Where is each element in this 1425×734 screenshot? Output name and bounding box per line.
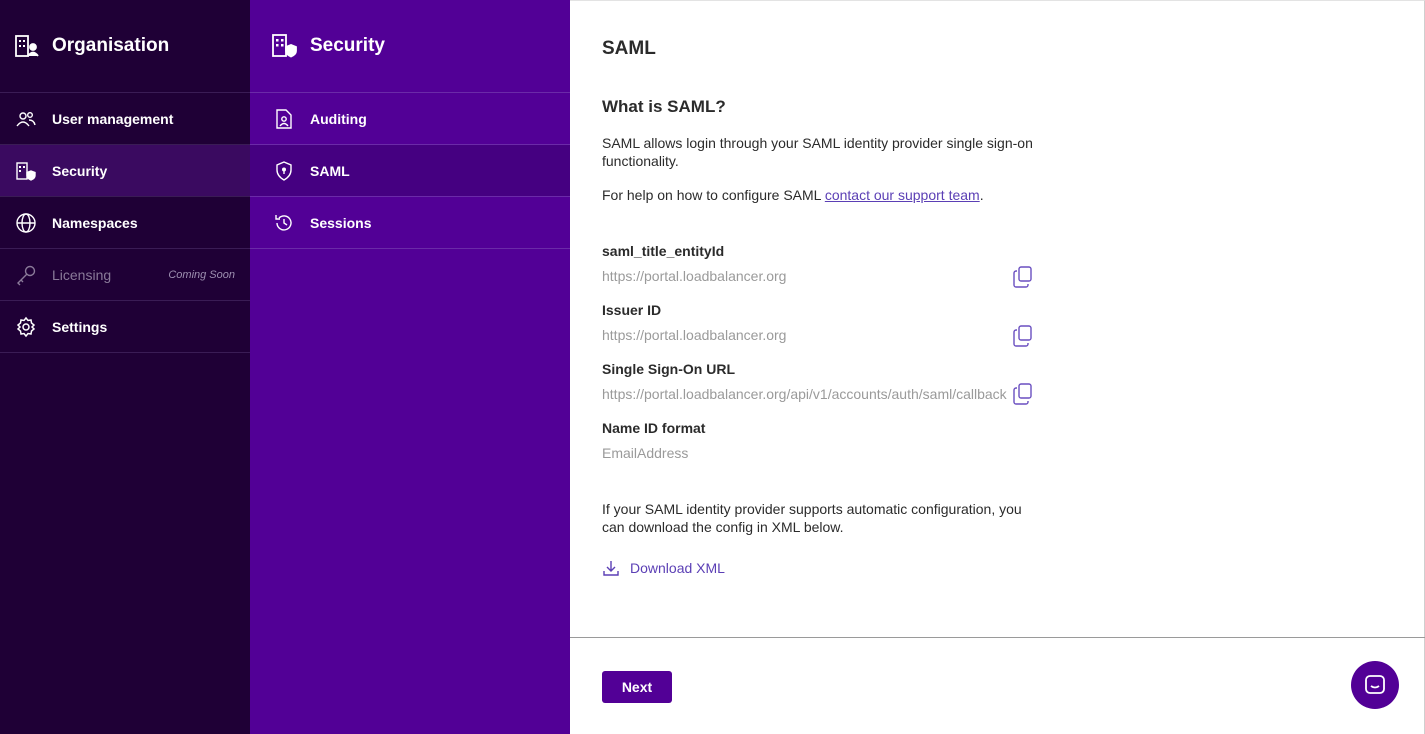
panel-item-label: Auditing — [310, 110, 367, 127]
sidebar-item-label: Namespaces — [52, 214, 138, 231]
name-id-format-value: EmailAddress — [602, 445, 689, 461]
panel-item-saml[interactable]: SAML — [250, 145, 570, 197]
help-suffix: . — [979, 187, 984, 203]
chat-launcher-button[interactable] — [1351, 661, 1399, 709]
sidebar-item-settings[interactable]: Settings — [0, 301, 250, 353]
download-label: Download XML — [630, 560, 725, 576]
copy-sso-url-button[interactable] — [1012, 383, 1034, 405]
sidebar-item-label: User management — [52, 110, 174, 127]
section-title: What is SAML? — [602, 97, 726, 116]
key-icon — [14, 263, 38, 287]
main-content: SAML What is SAML? SAML allows login thr… — [570, 0, 1425, 734]
sidebar-item-security[interactable]: Security — [0, 145, 250, 197]
organisation-sidebar: Organisation User management Security Na… — [0, 0, 250, 734]
help-text: For help on how to configure SAML contac… — [602, 186, 1042, 204]
history-icon — [274, 213, 294, 233]
auditing-icon — [274, 108, 294, 129]
shield-icon — [274, 160, 294, 181]
name-id-format-label: Name ID format — [602, 420, 706, 436]
page-title: SAML — [602, 38, 656, 59]
entity-id-label: saml_title_entityId — [602, 243, 725, 259]
users-icon — [14, 107, 38, 131]
sidebar-item-user-management[interactable]: User management — [0, 93, 250, 145]
sidebar-item-label: Licensing — [52, 266, 112, 283]
issuer-id-label: Issuer ID — [602, 302, 662, 318]
sidebar-item-label: Settings — [52, 318, 108, 335]
sso-url-label: Single Sign-On URL — [602, 361, 735, 377]
sidebar-header: Organisation — [0, 0, 250, 93]
sidebar-item-licensing: Licensing Coming Soon — [0, 249, 250, 301]
copy-icon — [1013, 325, 1032, 347]
help-prefix: For help on how to configure SAML — [602, 187, 825, 203]
copy-issuer-id-button[interactable] — [1012, 325, 1034, 347]
chat-icon — [1365, 675, 1385, 694]
copy-icon — [1013, 266, 1032, 288]
download-xml-link[interactable]: Download XML — [602, 559, 725, 577]
sso-url-value: https://portal.loadbalancer.org/api/v1/a… — [602, 386, 1007, 402]
panel-title: Security — [310, 35, 385, 56]
entity-id-value: https://portal.loadbalancer.org — [602, 268, 787, 284]
globe-icon — [14, 211, 38, 235]
download-icon — [602, 559, 620, 577]
issuer-id-value: https://portal.loadbalancer.org — [602, 327, 787, 343]
panel-item-auditing[interactable]: Auditing — [250, 93, 570, 145]
security-icon — [14, 159, 38, 183]
panel-item-label: SAML — [310, 162, 350, 179]
next-button[interactable]: Next — [602, 671, 672, 703]
panel-header: Security — [250, 0, 570, 93]
copy-entity-id-button[interactable] — [1012, 266, 1034, 288]
intro-text: SAML allows login through your SAML iden… — [602, 135, 1033, 169]
organisation-icon — [14, 33, 40, 59]
panel-item-sessions[interactable]: Sessions — [250, 197, 570, 249]
coming-soon-badge: Coming Soon — [168, 268, 235, 281]
security-icon — [271, 32, 299, 60]
footer-divider — [570, 637, 1425, 638]
auto-config-text: If your SAML identity provider supports … — [602, 501, 1022, 535]
sidebar-item-label: Security — [52, 162, 108, 179]
panel-item-label: Sessions — [310, 214, 372, 231]
security-panel: Security Auditing SAML Sessions — [250, 0, 570, 734]
copy-icon — [1013, 383, 1032, 405]
sidebar-title: Organisation — [52, 35, 170, 56]
support-link[interactable]: contact our support team — [825, 187, 980, 203]
gear-icon — [14, 315, 38, 339]
sidebar-item-namespaces[interactable]: Namespaces — [0, 197, 250, 249]
